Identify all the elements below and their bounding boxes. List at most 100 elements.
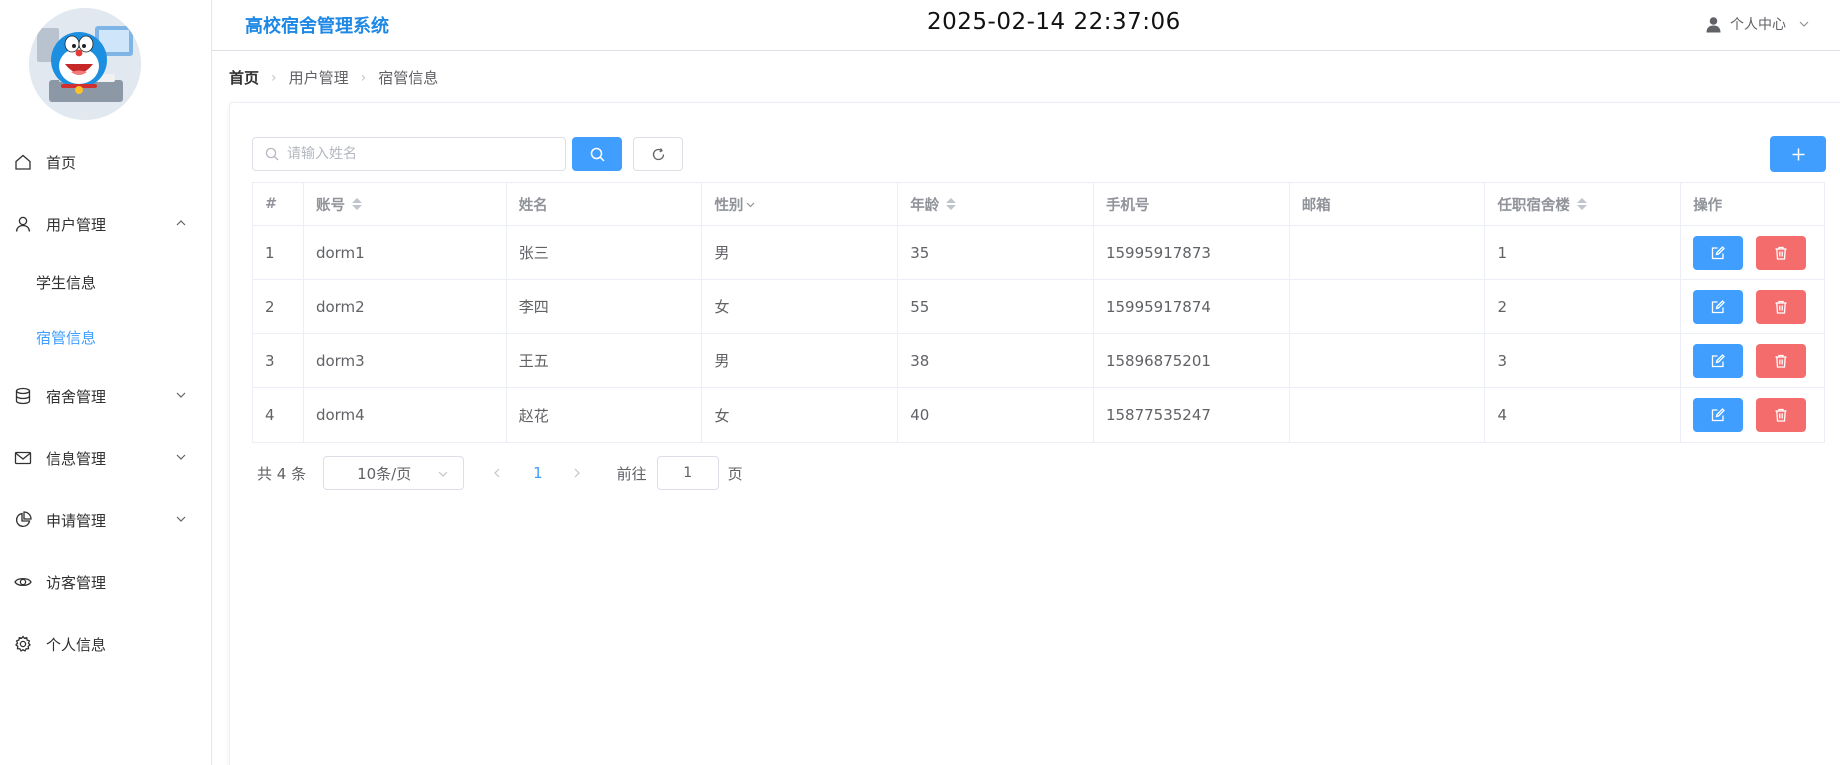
sort-icon[interactable] — [351, 198, 362, 210]
column-header-email: 邮箱 — [1290, 183, 1486, 225]
sidebar-item-dorm-management[interactable]: 宿舍管理 — [0, 365, 211, 427]
column-header-building[interactable]: 任职宿舍楼 — [1485, 183, 1682, 225]
page-size-select[interactable]: 10条/页 — [323, 456, 465, 490]
trash-icon — [1775, 300, 1787, 314]
sidebar: 首页 用户管理 学生信息 宿管信息 宿舍管理 信息管理 申请管理 访客管理 个人… — [0, 0, 212, 765]
cell-phone: 15995917873 — [1094, 226, 1290, 279]
cell-name: 张三 — [507, 226, 703, 279]
search-icon — [590, 147, 605, 162]
cell-age: 38 — [898, 334, 1094, 387]
table-header-row: # 账号 姓名 性别 年龄 手机号 邮箱 任职宿舍楼 操作 — [253, 183, 1824, 226]
page-number-current[interactable]: 1 — [533, 464, 543, 482]
sort-icon[interactable] — [1576, 198, 1587, 210]
cell-actions — [1681, 280, 1824, 333]
column-header-label: 任职宿舍楼 — [1497, 197, 1570, 214]
sidebar-menu: 首页 用户管理 学生信息 宿管信息 宿舍管理 信息管理 申请管理 访客管理 个人… — [0, 131, 211, 675]
cell-gender: 男 — [702, 226, 899, 279]
filter-chevron-down-icon[interactable] — [745, 199, 756, 210]
chevron-down-icon — [438, 471, 448, 477]
cell-email — [1290, 280, 1486, 333]
edit-button[interactable] — [1693, 398, 1744, 432]
sidebar-item-personal-info[interactable]: 个人信息 — [0, 613, 211, 675]
search-input[interactable] — [287, 146, 557, 162]
column-header-label: 年龄 — [910, 197, 940, 214]
top-header: 高校宿舍管理系统 2025-02-14 22:37:06 个人中心 — [212, 0, 1840, 51]
add-button[interactable] — [1770, 136, 1826, 172]
sidebar-item-user-management[interactable]: 用户管理 — [0, 193, 211, 255]
delete-button[interactable] — [1756, 398, 1807, 432]
eye-icon — [14, 573, 32, 591]
edit-icon — [1712, 353, 1726, 367]
database-icon — [14, 387, 32, 405]
edit-button[interactable] — [1693, 289, 1744, 324]
cell-age: 35 — [898, 226, 1094, 279]
cell-building: 4 — [1485, 388, 1682, 442]
page-size-value: 10条/页 — [357, 464, 412, 483]
cell-email — [1290, 334, 1486, 387]
pie-chart-icon — [14, 511, 32, 529]
sidebar-item-visitor-management[interactable]: 访客管理 — [0, 551, 211, 613]
cell-age: 55 — [898, 280, 1094, 333]
cell-index: 1 — [253, 226, 304, 279]
chevron-right-icon — [574, 468, 580, 478]
column-header-name: 姓名 — [507, 183, 703, 225]
sidebar-item-application-management[interactable]: 申请管理 — [0, 489, 211, 551]
reset-button[interactable] — [633, 137, 683, 171]
sidebar-item-student-info[interactable]: 学生信息 — [0, 255, 211, 310]
next-page-button[interactable] — [571, 467, 583, 479]
delete-button[interactable] — [1756, 343, 1807, 378]
cell-building: 3 — [1485, 334, 1682, 387]
column-header-phone: 手机号 — [1094, 183, 1290, 225]
cell-account: dorm1 — [304, 226, 507, 279]
cell-building: 2 — [1485, 280, 1682, 333]
edit-button[interactable] — [1693, 235, 1744, 270]
cell-name: 李四 — [507, 280, 703, 333]
sidebar-item-label: 访客管理 — [46, 573, 107, 592]
goto-page-input[interactable] — [656, 456, 719, 490]
clock: 2025-02-14 22:37:06 — [927, 9, 1181, 35]
sidebar-item-info-management[interactable]: 信息管理 — [0, 427, 211, 489]
sidebar-item-home[interactable]: 首页 — [0, 131, 211, 193]
prev-page-button[interactable] — [491, 467, 503, 479]
gear-icon — [14, 635, 32, 653]
table-row: 2 dorm2 李四 女 55 15995917874 2 — [253, 280, 1824, 334]
search-input-wrapper[interactable] — [252, 137, 566, 171]
edit-icon — [1712, 408, 1726, 422]
dorm-manager-table: # 账号 姓名 性别 年龄 手机号 邮箱 任职宿舍楼 操作 1 dorm1 张三… — [252, 182, 1825, 443]
avatar — [29, 8, 141, 120]
edit-button[interactable] — [1693, 343, 1744, 378]
column-header-label: 账号 — [315, 197, 345, 214]
sidebar-item-dorm-manager-info[interactable]: 宿管信息 — [0, 310, 211, 365]
column-header-label: 性别 — [714, 197, 744, 214]
column-header-age[interactable]: 年龄 — [898, 183, 1094, 225]
cell-index: 4 — [253, 388, 304, 442]
column-header-gender[interactable]: 性别 — [702, 183, 899, 225]
user-icon — [14, 215, 32, 233]
cell-email — [1290, 226, 1486, 279]
breadcrumb-separator-icon: › — [360, 69, 367, 86]
chevron-down-icon — [1799, 21, 1809, 27]
plus-icon — [1792, 148, 1804, 160]
delete-button[interactable] — [1756, 289, 1807, 324]
breadcrumb-home[interactable]: 首页 — [229, 67, 259, 88]
breadcrumb: 首页 › 用户管理 › 宿管信息 — [229, 67, 438, 88]
cell-gender: 女 — [702, 280, 899, 333]
column-header-account[interactable]: 账号 — [304, 183, 507, 225]
edit-icon — [1712, 299, 1726, 313]
user-center-dropdown[interactable]: 个人中心 — [1705, 14, 1810, 34]
sidebar-item-label: 个人信息 — [46, 635, 107, 654]
cell-actions — [1681, 334, 1824, 387]
sort-icon[interactable] — [946, 198, 957, 210]
breadcrumb-current: 宿管信息 — [378, 69, 439, 87]
search-button[interactable] — [572, 137, 622, 171]
cell-index: 2 — [253, 280, 304, 333]
chevron-left-icon — [494, 468, 500, 478]
pagination: 共 4 条 10条/页 1 前往 页 — [257, 456, 743, 490]
cell-actions — [1681, 388, 1824, 442]
cell-index: 3 — [253, 334, 304, 387]
goto-suffix: 页 — [727, 464, 743, 483]
delete-button[interactable] — [1756, 235, 1807, 270]
trash-icon — [1775, 246, 1787, 260]
table-row: 3 dorm3 王五 男 38 15896875201 3 — [253, 334, 1824, 388]
cell-phone: 15877535247 — [1094, 388, 1290, 442]
